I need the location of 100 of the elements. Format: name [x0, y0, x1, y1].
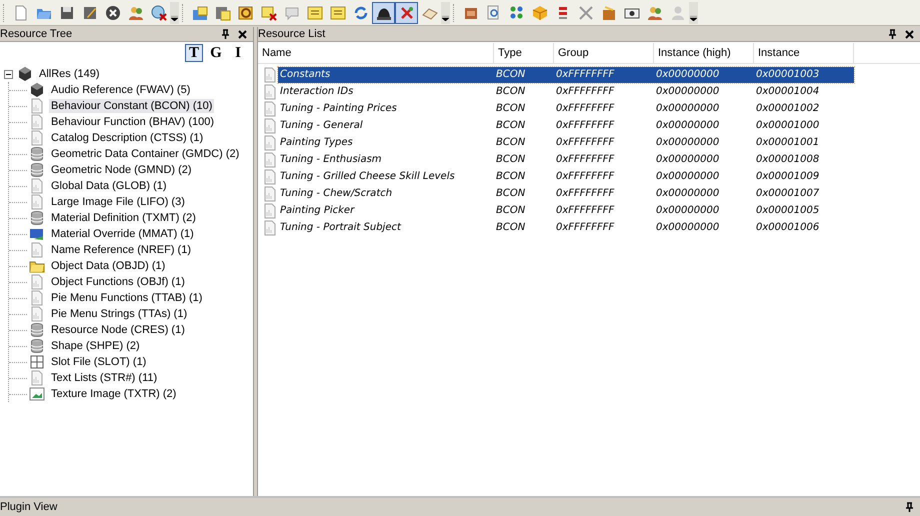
view-tab[interactable]: G — [207, 44, 225, 62]
chevron-icon — [171, 16, 178, 20]
list-row[interactable]: Tuning - Portrait Subject BCON 0xFFFFFFFF 0x00000000 0x00001006 — [278, 220, 854, 236]
collapse-toggle[interactable] — [4, 70, 13, 78]
grid-icon — [508, 4, 524, 20]
view-tab[interactable]: I — [229, 44, 247, 62]
document-icon — [29, 194, 45, 210]
note-x-icon — [260, 4, 276, 20]
panel-title: Resource List — [258, 28, 326, 40]
pin-icon[interactable] — [221, 29, 230, 39]
overflow-chevron[interactable] — [441, 2, 450, 24]
chevron-icon — [442, 16, 449, 20]
disk-pencil-icon — [82, 4, 98, 20]
database-icon — [29, 162, 45, 178]
list-row[interactable]: Tuning - Enthusiasm BCON 0xFFFFFFFF 0x00000000 0x00001008 — [278, 152, 854, 168]
pin-icon[interactable] — [888, 29, 897, 39]
close-icon[interactable] — [238, 30, 247, 38]
cube-icon — [29, 82, 45, 98]
list-row[interactable]: Tuning - Painting Prices BCON 0xFFFFFFFF 0x00000000 0x00001002 — [278, 100, 854, 116]
document-icon — [262, 168, 278, 184]
tree-item[interactable]: AllRes (149) — [37, 67, 102, 81]
document-icon — [29, 114, 45, 130]
magnifier-icon — [486, 4, 502, 20]
image-icon — [29, 386, 45, 402]
panel-title: Plugin View — [0, 502, 58, 512]
tree-item[interactable]: Shape (SHPE) (2) — [49, 339, 142, 353]
document-icon — [262, 134, 278, 150]
tree-item[interactable]: Pie Menu Strings (TTAs) (1) — [49, 307, 190, 321]
pin-x-icon — [398, 4, 414, 20]
tree-item[interactable]: Global Data (GLOB) (1) — [49, 179, 169, 193]
database-icon — [29, 322, 45, 338]
grid-icon — [29, 354, 45, 370]
tree-item[interactable]: Object Functions (OBJf) (1) — [49, 275, 187, 289]
list-row[interactable]: Painting Types BCON 0xFFFFFFFF 0x00000000 0x00001001 — [278, 134, 854, 150]
tools-icon — [578, 4, 594, 20]
tree-item[interactable]: Text Lists (STR#) (11) — [49, 371, 160, 385]
list-row[interactable]: Tuning - Chew/Scratch BCON 0xFFFFFFFF 0x00000000 0x00001007 — [278, 186, 854, 202]
toolbar-button[interactable] — [372, 2, 395, 24]
package-icon — [600, 4, 616, 20]
note-icon — [306, 4, 322, 20]
people-icon — [128, 4, 144, 20]
tree-item[interactable]: Large Image File (LIFO) (3) — [49, 195, 187, 209]
database-icon — [29, 146, 45, 162]
tree-item[interactable]: Material Override (MMAT) (1) — [49, 227, 196, 241]
refresh-icon — [352, 4, 368, 20]
document-icon — [262, 186, 278, 202]
note-arrow-icon — [238, 4, 254, 20]
tree-item[interactable]: Slot File (SLOT) (1) — [49, 355, 148, 369]
list-row[interactable]: Tuning - General BCON 0xFFFFFFFF 0x00000000 0x00001000 — [278, 118, 854, 134]
note-icon — [330, 4, 346, 20]
view-tab[interactable]: T — [185, 44, 203, 62]
document-icon — [262, 118, 278, 134]
document-icon — [29, 98, 45, 114]
globe-x-icon — [150, 4, 166, 20]
tree-item[interactable]: Behaviour Function (BHAV) (100) — [49, 115, 216, 129]
cube-icon — [17, 66, 33, 82]
speech-bubble-icon — [284, 4, 300, 20]
document-icon — [262, 220, 278, 236]
list-row[interactable]: Painting Picker BCON 0xFFFFFFFF 0x00000000 0x00001005 — [278, 202, 854, 218]
tree-item[interactable]: Resource Node (CRES) (1) — [49, 323, 187, 337]
circle-x-icon — [104, 4, 120, 20]
panel-title: Resource Tree — [0, 28, 72, 40]
page-icon — [12, 4, 28, 20]
document-icon — [29, 242, 45, 258]
pin-icon[interactable] — [905, 502, 914, 512]
disk-note-icon — [214, 4, 230, 20]
tree-item[interactable]: Geometric Node (GMND) (2) — [49, 163, 194, 177]
tree-item[interactable]: Pie Menu Functions (TTAB) (1) — [49, 291, 204, 305]
tree-item[interactable]: Geometric Data Container (GMDC) (2) — [49, 147, 242, 161]
document-icon — [29, 306, 45, 322]
tree-item[interactable]: Material Definition (TXMT) (2) — [49, 211, 198, 225]
folder-note-icon — [192, 4, 208, 20]
tree-item[interactable]: Catalog Description (CTSS) (1) — [49, 131, 206, 145]
tree-item[interactable]: Texture Image (TXTR) (2) — [49, 387, 178, 401]
tree-item[interactable]: Object Data (OBJD) (1) — [49, 259, 168, 273]
overflow-chevron[interactable] — [170, 2, 179, 24]
monitor-icon — [29, 226, 45, 242]
document-icon — [29, 370, 45, 386]
tree-item[interactable]: Behaviour Constant (BCON) (10) — [49, 99, 214, 113]
database-icon — [29, 210, 45, 226]
document-icon — [29, 290, 45, 306]
tree-item[interactable]: Audio Reference (FWAV) (5) — [49, 83, 192, 97]
cube-icon — [532, 4, 548, 20]
people-icon — [646, 4, 662, 20]
close-icon[interactable] — [905, 30, 914, 38]
list-row[interactable]: Interaction IDs BCON 0xFFFFFFFF 0x00000000 0x00001004 — [278, 84, 854, 100]
document-icon — [29, 178, 45, 194]
user-icon — [670, 4, 686, 20]
document-icon — [29, 274, 45, 290]
document-icon — [262, 84, 278, 100]
list-row[interactable]: Tuning - Grilled Cheese Skill Levels BCON 0xFFFFFFFF 0x00000000 0x00001009 — [278, 168, 854, 184]
document-icon — [262, 202, 278, 218]
chevron-icon — [690, 16, 697, 20]
tree-item[interactable]: Name Reference (NREF) (1) — [49, 243, 193, 257]
document-icon — [262, 152, 278, 168]
database-icon — [29, 338, 45, 354]
overflow-chevron[interactable] — [689, 2, 698, 24]
list-row[interactable]: Constants BCON 0xFFFFFFFF 0x00000000 0x00001003 — [278, 66, 854, 82]
document-icon — [262, 100, 278, 116]
minus-icon — [6, 72, 11, 76]
